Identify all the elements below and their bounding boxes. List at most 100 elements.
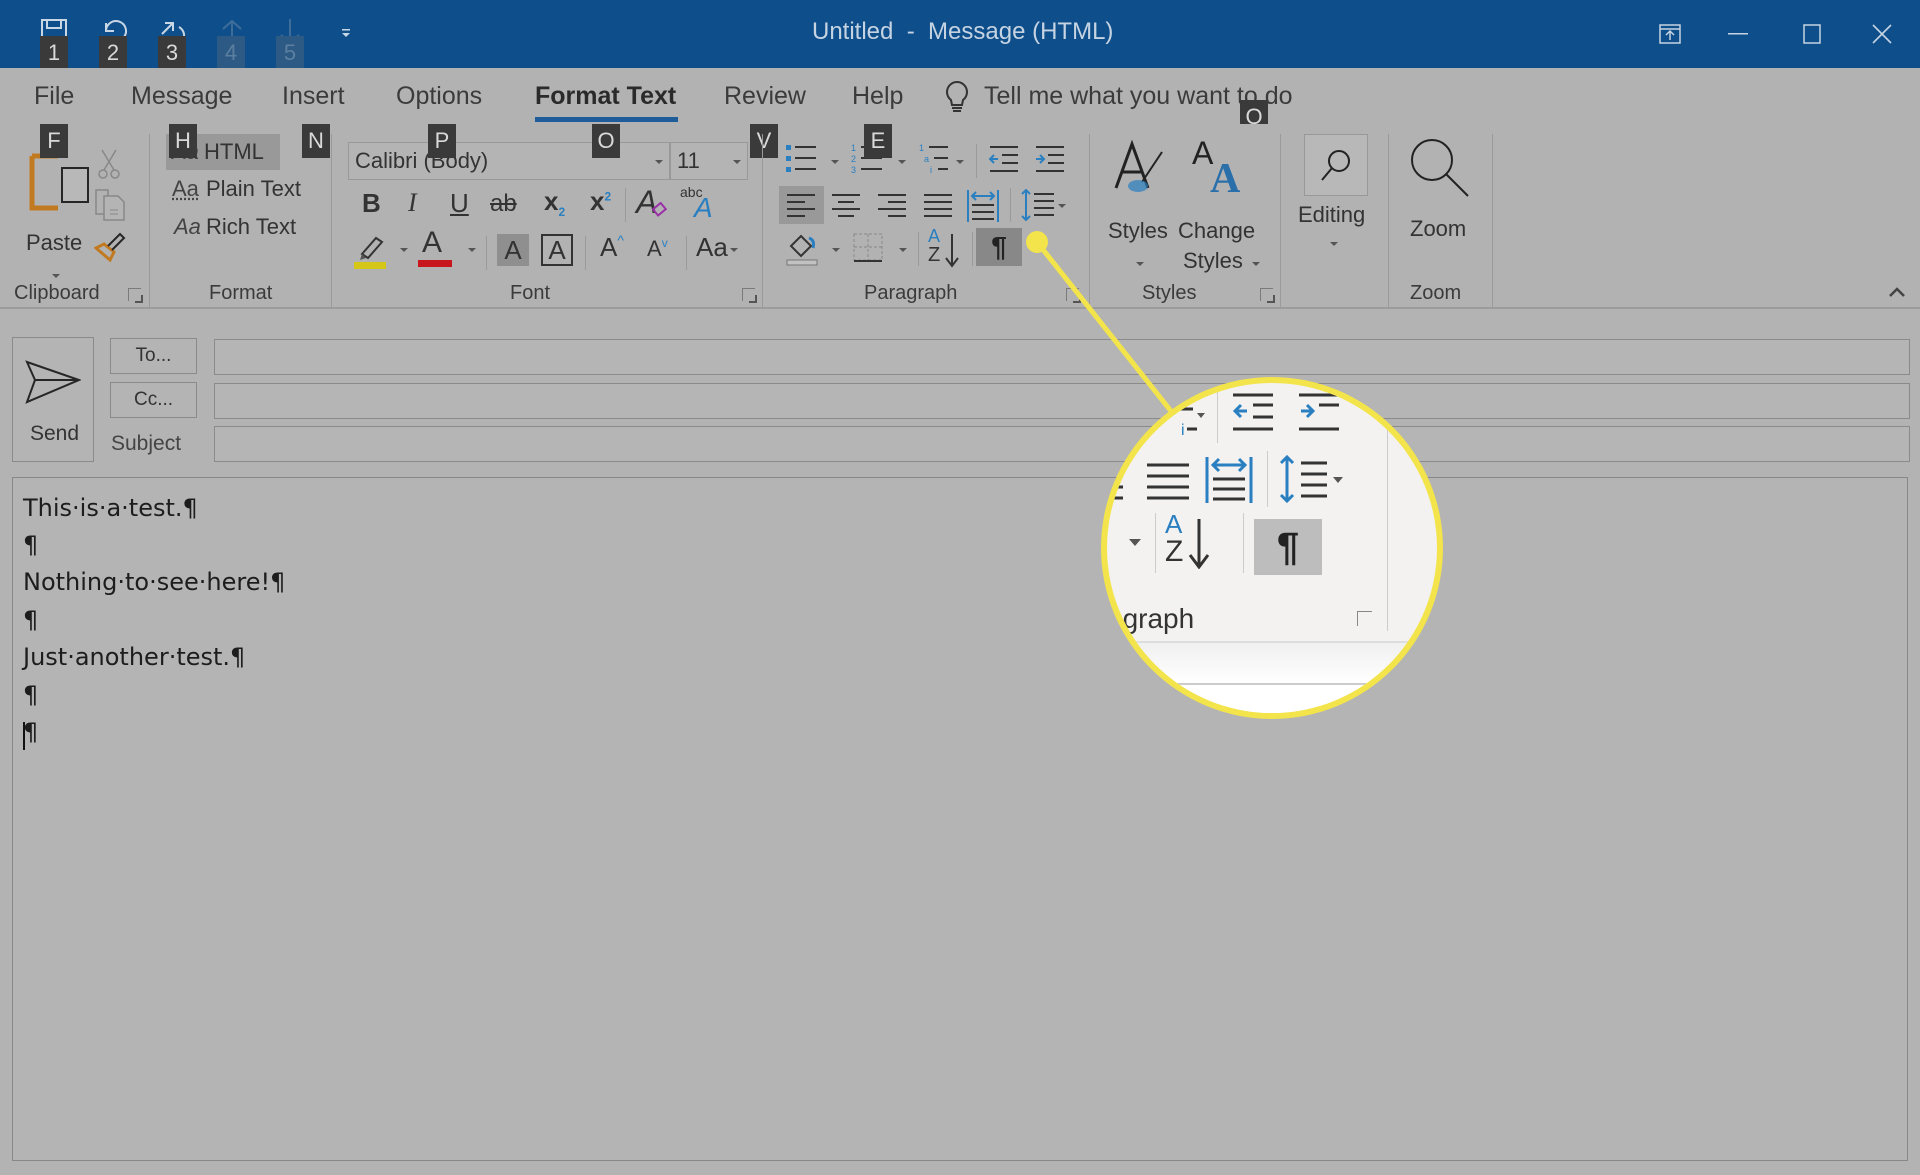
increase-indent-icon[interactable] [1034, 144, 1066, 174]
font-color-swatch [418, 260, 452, 267]
justify-icon[interactable] [922, 192, 956, 220]
character-border-button[interactable]: A [541, 234, 573, 266]
font-size-dropdown-caret[interactable] [733, 160, 741, 164]
subscript-button[interactable]: x2 [544, 186, 565, 219]
format-painter-icon[interactable] [93, 230, 128, 269]
ribbon-display-icon [1659, 24, 1681, 44]
rich-text-format-label: Rich Text [206, 214, 297, 239]
divider [976, 144, 977, 178]
to-field[interactable] [214, 339, 1910, 375]
numbering-dropdown-caret[interactable] [898, 160, 906, 164]
bullets-dropdown-caret[interactable] [831, 160, 839, 164]
highlight-color-button[interactable] [352, 230, 392, 270]
grow-font-button[interactable]: A^ [600, 232, 624, 263]
distributed-icon[interactable] [966, 188, 1000, 224]
shrink-font-button[interactable]: Av [647, 236, 668, 262]
cc-field[interactable] [214, 383, 1910, 419]
message-body[interactable]: This·is·a·test.¶ ¶ Nothing·to·see·here!¶… [12, 477, 1908, 1161]
maximize-button[interactable] [1790, 14, 1834, 54]
clear-formatting-button[interactable]: A [636, 184, 670, 220]
font-size-combobox[interactable]: 11 [670, 142, 748, 180]
tab-insert[interactable]: Insert [282, 82, 345, 111]
highlight-dropdown-caret[interactable] [400, 248, 408, 252]
sort-button[interactable]: A Z [926, 226, 966, 270]
font-group-label: Font [510, 282, 551, 304]
multilevel-dropdown-caret[interactable] [956, 160, 964, 164]
font-dialog-launcher[interactable] [742, 288, 757, 303]
align-center-icon[interactable] [830, 192, 864, 220]
ribbon-display-options-button[interactable] [1648, 14, 1692, 54]
show-hide-marks-button[interactable]: ¶ [976, 228, 1022, 266]
subject-field[interactable] [214, 426, 1910, 462]
tab-help[interactable]: Help [852, 82, 903, 111]
eraser-icon [652, 202, 668, 217]
tab-message[interactable]: Message [131, 82, 232, 111]
text-cursor [23, 722, 25, 750]
multilevel-list-icon[interactable]: 1ai [918, 142, 954, 176]
bold-button[interactable]: B [362, 188, 381, 219]
format-plain-text-option[interactable]: Aa Plain Text [172, 174, 322, 208]
text-effects-button[interactable]: abc A [680, 184, 720, 224]
callout-borders-dropdown-caret [1129, 539, 1141, 546]
superscript-button[interactable]: x2 [590, 186, 611, 217]
bullets-icon[interactable] [784, 142, 820, 176]
change-case-button[interactable]: Aa [696, 232, 728, 263]
borders-icon[interactable] [852, 232, 886, 264]
zoom-button[interactable]: Zoom [1400, 136, 1480, 266]
plain-text-format-label: Plain Text [206, 176, 301, 201]
font-color-icon: A [422, 226, 443, 259]
tab-options[interactable]: Options [396, 82, 482, 111]
to-button[interactable]: To... [110, 338, 197, 374]
svg-text:i: i [930, 165, 932, 175]
line-spacing-dropdown-caret[interactable] [1058, 204, 1066, 208]
title-bar: 1 2 3 4 5 Untitled - Message (HTML) [0, 0, 1920, 70]
cut-icon[interactable] [96, 148, 122, 185]
font-color-button[interactable]: A [418, 226, 454, 270]
send-button[interactable]: Send [12, 337, 94, 462]
format-group-label: Format [209, 282, 273, 304]
sort-arrow-icon [945, 234, 959, 268]
sort-z-glyph: Z [928, 244, 941, 266]
text-effects-icon: A [694, 192, 713, 223]
font-color-dropdown-caret[interactable] [468, 248, 476, 252]
italic-button[interactable]: I [408, 188, 417, 218]
minimize-button[interactable] [1716, 14, 1760, 54]
align-right-icon[interactable] [876, 192, 910, 220]
keytip-3: 3 [158, 36, 186, 70]
svg-text:A: A [1210, 156, 1241, 200]
font-name-dropdown-caret[interactable] [655, 160, 663, 164]
cc-button[interactable]: Cc... [110, 382, 197, 418]
paste-button[interactable]: Paste [22, 148, 94, 278]
change-styles-button[interactable]: AA Change Styles [1178, 136, 1262, 276]
styles-button[interactable]: Styles [1108, 138, 1172, 268]
shading-dropdown-caret[interactable] [832, 248, 840, 252]
customize-qat-icon[interactable] [328, 18, 364, 48]
tab-file[interactable]: File [34, 82, 74, 111]
active-tab-indicator [535, 117, 678, 122]
copy-icon[interactable] [94, 188, 126, 227]
shading-icon[interactable] [785, 230, 821, 266]
callout-align-right-partial-icon [1107, 463, 1123, 500]
underline-button[interactable]: U [450, 188, 469, 219]
editing-dropdown-caret[interactable] [1330, 242, 1338, 246]
editing-button[interactable]: Editing [1298, 202, 1365, 228]
borders-dropdown-caret[interactable] [899, 248, 907, 252]
strikethrough-button[interactable]: ab [490, 190, 517, 218]
tab-review[interactable]: Review [724, 82, 806, 111]
styles-dialog-launcher[interactable] [1260, 288, 1275, 303]
line-spacing-icon[interactable] [1020, 188, 1056, 222]
decrease-indent-icon[interactable] [988, 144, 1020, 174]
clipboard-dialog-launcher[interactable] [128, 288, 143, 303]
collapse-ribbon-icon[interactable] [1888, 286, 1906, 298]
send-icon [25, 360, 81, 404]
change-case-dropdown-caret[interactable] [730, 248, 738, 252]
character-shading-button[interactable]: A [497, 234, 529, 266]
close-button[interactable] [1860, 14, 1904, 54]
divider [1010, 188, 1011, 222]
paragraph-dialog-launcher[interactable] [1066, 288, 1081, 303]
align-left-button[interactable] [779, 186, 824, 224]
tab-format-text[interactable]: Format Text [535, 82, 676, 111]
format-rich-text-option[interactable]: Aa Rich Text [172, 212, 322, 246]
font-name-combobox[interactable]: Calibri (Body) [348, 142, 670, 180]
body-line: ¶ [23, 606, 39, 634]
